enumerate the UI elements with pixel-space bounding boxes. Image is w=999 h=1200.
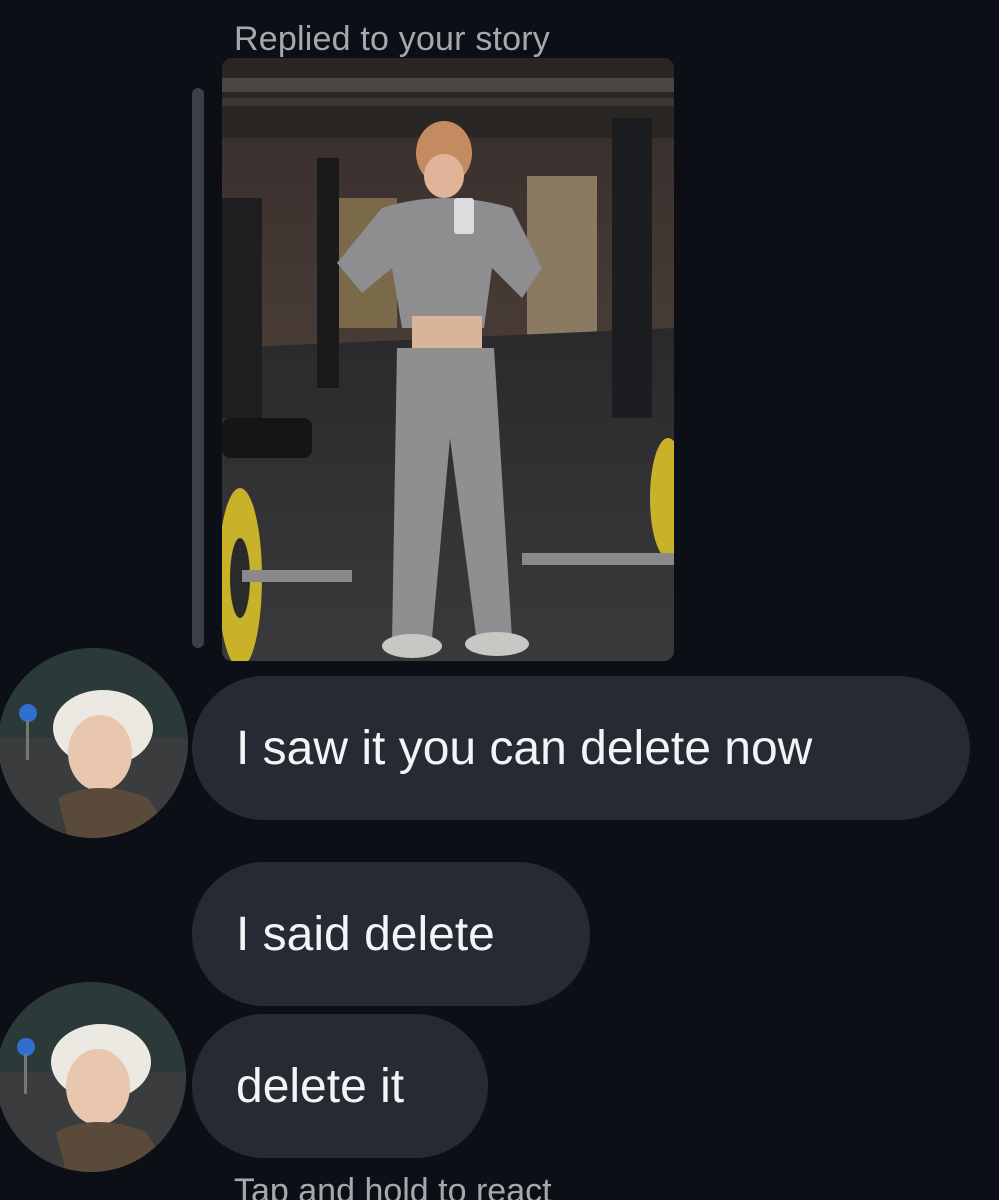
message-text: delete it [236,1059,405,1113]
contact-avatar[interactable] [0,648,188,838]
story-photo [222,58,674,661]
contact-avatar[interactable] [0,982,186,1172]
reply-indicator-bar [192,88,204,648]
avatar-photo [0,648,188,838]
message-bubble[interactable]: I said delete [192,862,590,1006]
story-thumbnail[interactable] [222,58,674,661]
message-text: I said delete [236,907,495,961]
message-text: I saw it you can delete now [236,721,813,775]
avatar-photo [0,982,186,1172]
react-hint: Tap and hold to react [234,1172,552,1200]
story-reply-label: Replied to your story [234,20,551,58]
message-bubble[interactable]: delete it [192,1014,488,1158]
message-bubble[interactable]: I saw it you can delete now [192,676,970,820]
chat-thread: Replied to your story I saw it you can d… [0,0,999,1200]
